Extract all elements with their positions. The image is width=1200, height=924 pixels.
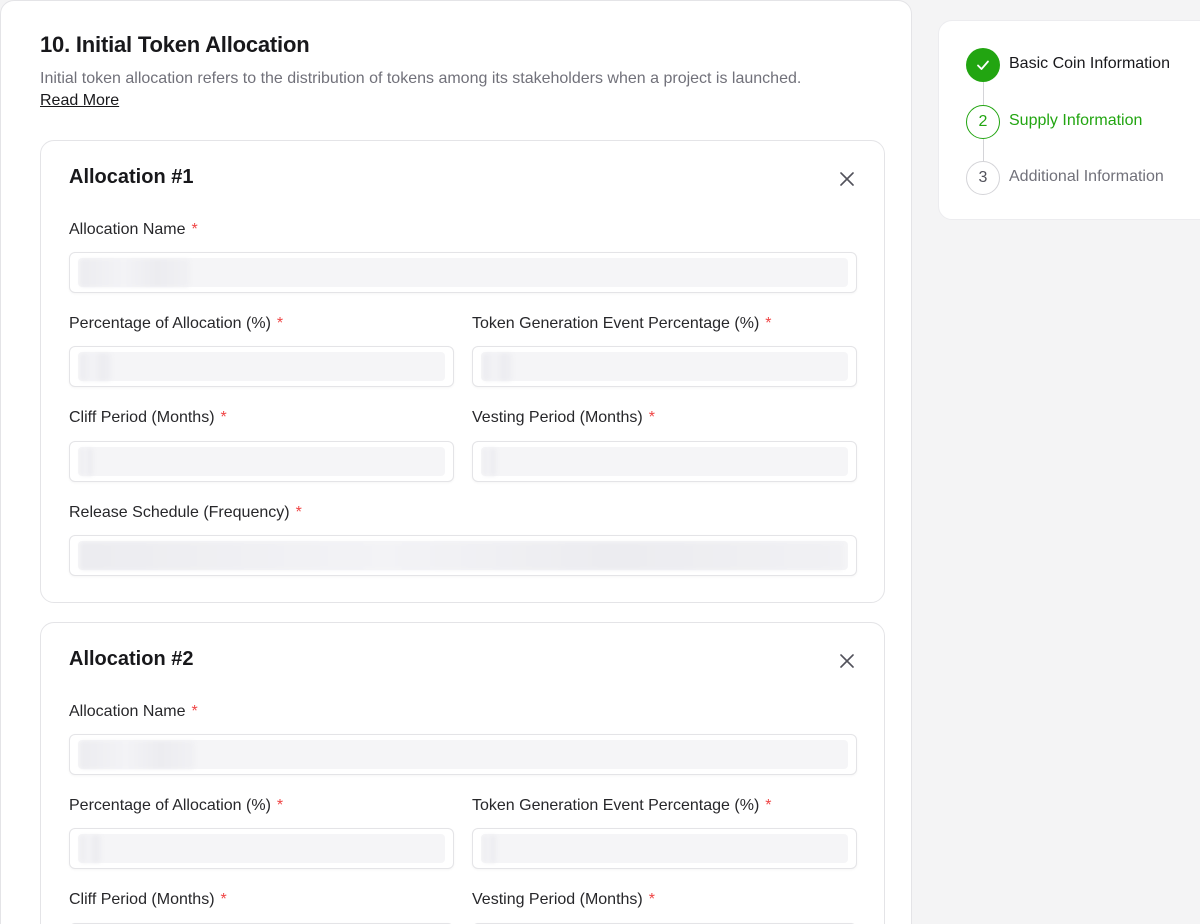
required-marker: * <box>276 315 284 332</box>
vesting-period-input[interactable] <box>472 441 857 482</box>
remove-allocation-button[interactable] <box>836 168 858 190</box>
step-connector <box>983 139 984 163</box>
cliff-period-label: Cliff Period (Months) * <box>69 891 227 908</box>
percentage-allocation-label: Percentage of Allocation (%) * <box>69 315 284 332</box>
step-2-indicator[interactable]: 2 <box>966 105 1000 139</box>
tge-percentage-label: Token Generation Event Percentage (%) * <box>472 797 772 814</box>
tge-percentage-input[interactable] <box>472 346 857 387</box>
token-allocation-section: 10. Initial Token Allocation Initial tok… <box>0 0 912 924</box>
allocation-name-label: Allocation Name * <box>69 703 198 720</box>
required-marker: * <box>276 797 284 814</box>
cliff-period-label: Cliff Period (Months) * <box>69 409 227 426</box>
allocation-name-label: Allocation Name * <box>69 221 198 238</box>
remove-allocation-button[interactable] <box>836 650 858 672</box>
tge-percentage-label: Token Generation Event Percentage (%) * <box>472 315 772 332</box>
required-marker: * <box>220 409 227 426</box>
step-3-label[interactable]: Additional Information <box>1009 168 1164 186</box>
allocation-name-input[interactable] <box>69 252 857 293</box>
release-schedule-label: Release Schedule (Frequency) * <box>69 504 302 521</box>
step-3-number: 3 <box>978 169 988 186</box>
required-marker: * <box>295 504 302 521</box>
required-marker: * <box>191 703 198 720</box>
allocation-title: Allocation #1 <box>69 166 194 188</box>
release-schedule-input[interactable] <box>69 535 857 576</box>
close-icon <box>840 172 854 186</box>
required-marker: * <box>191 221 198 238</box>
required-marker: * <box>220 891 227 908</box>
section-description: Initial token allocation refers to the d… <box>40 70 802 87</box>
allocation-card-1: Allocation #1 Allocation Name * Percentag… <box>40 140 885 603</box>
step-connector <box>983 82 984 106</box>
vesting-period-label: Vesting Period (Months) * <box>472 891 655 908</box>
step-2-number: 2 <box>978 113 988 130</box>
check-icon <box>977 60 989 70</box>
required-marker: * <box>765 315 772 332</box>
allocation-name-input[interactable] <box>69 734 857 775</box>
step-2-label[interactable]: Supply Information <box>1009 112 1142 130</box>
section-title: 10. Initial Token Allocation <box>40 32 310 57</box>
step-3-indicator[interactable]: 3 <box>966 161 1000 195</box>
allocation-title: Allocation #2 <box>69 648 194 670</box>
percentage-allocation-input[interactable] <box>69 346 454 387</box>
read-more-link[interactable]: Read More <box>40 92 119 110</box>
step-1-indicator[interactable] <box>966 48 1000 82</box>
required-marker: * <box>648 409 655 426</box>
close-icon <box>840 654 854 668</box>
tge-percentage-input[interactable] <box>472 828 857 869</box>
progress-stepper: Basic Coin Information 2 Supply Informat… <box>938 20 1200 220</box>
percentage-allocation-input[interactable] <box>69 828 454 869</box>
vesting-period-label: Vesting Period (Months) * <box>472 409 655 426</box>
percentage-allocation-label: Percentage of Allocation (%) * <box>69 797 284 814</box>
step-1-label[interactable]: Basic Coin Information <box>1009 55 1170 73</box>
required-marker: * <box>765 797 772 814</box>
cliff-period-input[interactable] <box>69 441 454 482</box>
allocation-card-2: Allocation #2 Allocation Name * Percentag… <box>40 622 885 924</box>
required-marker: * <box>648 891 655 908</box>
